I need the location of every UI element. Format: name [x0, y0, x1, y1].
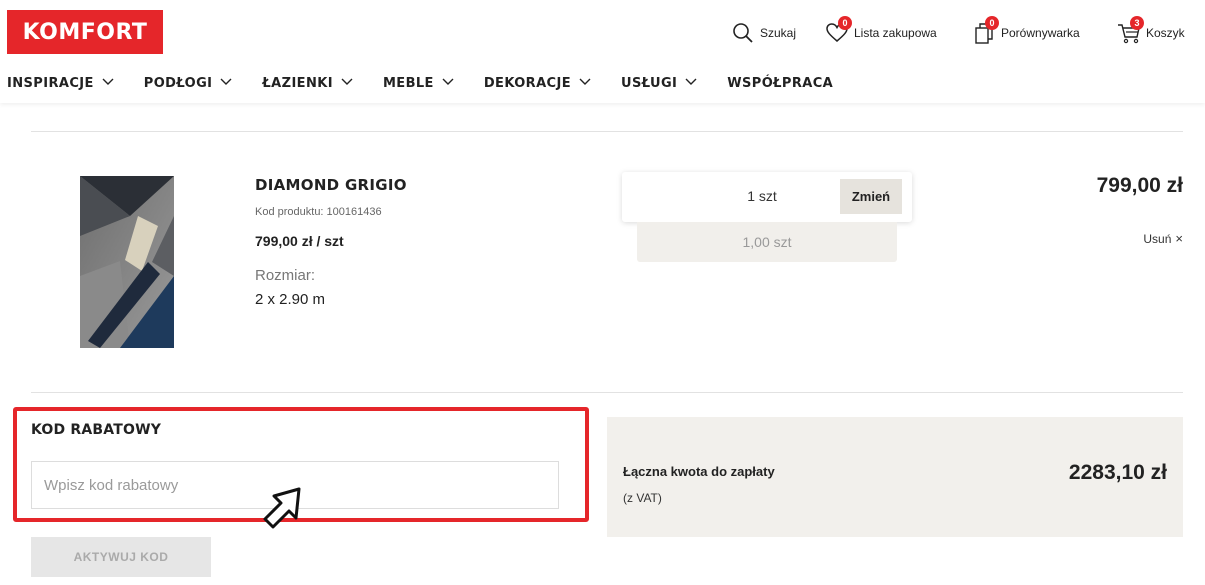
- nav-label: PODŁOGI: [143, 75, 213, 91]
- compare-badge: 0: [985, 16, 999, 30]
- main-nav: INSPIRACJE PODŁOGI ŁAZIENKI MEBLE DEKORA…: [7, 72, 863, 94]
- cart-badge: 3: [1130, 16, 1144, 30]
- quantity-box: 1 szt Zmień: [622, 172, 912, 222]
- nav-label: DEKORACJE: [483, 75, 571, 91]
- nav-dekoracje[interactable]: DEKORACJE: [484, 72, 591, 94]
- compare-icon: 0: [971, 16, 999, 46]
- nav-label: INSPIRACJE: [7, 75, 94, 91]
- chevron-down-icon: [579, 78, 591, 88]
- chevron-down-icon: [685, 78, 697, 88]
- nav-meble[interactable]: MEBLE: [383, 72, 454, 94]
- komfort-logo[interactable]: KOMFORT: [7, 10, 163, 54]
- close-icon: ×: [1175, 231, 1183, 246]
- product-name[interactable]: DIAMOND GRIGIO: [255, 176, 407, 194]
- product-size-value: 2 x 2.90 m: [255, 291, 326, 308]
- mouse-cursor-icon: [262, 486, 302, 530]
- order-total-panel: Łączna kwota do zapłaty (z VAT) 2283,10 …: [607, 417, 1183, 537]
- line-price: 799,00 zł: [1096, 174, 1183, 197]
- remove-item-button[interactable]: Usuń ×: [1143, 231, 1183, 246]
- site-header: KOMFORT Szukaj 0 Lista zakupowa 0 Porówn…: [0, 0, 1205, 103]
- change-quantity-button[interactable]: Zmień: [840, 179, 902, 214]
- cart-icon: 3: [1116, 16, 1144, 46]
- nav-label: WSPÓŁPRACA: [727, 75, 834, 91]
- remove-label: Usuń: [1143, 231, 1172, 246]
- product-code: Kod produktu: 100161436: [255, 206, 382, 218]
- shopping-list-label: Lista zakupowa: [854, 26, 937, 40]
- nav-podlogi[interactable]: PODŁOGI: [144, 72, 233, 94]
- compare-label: Porównywarka: [1001, 26, 1080, 40]
- quantity-subtotal: 1,00 szt: [637, 222, 897, 262]
- search-label: Szukaj: [760, 26, 797, 40]
- shopping-list-badge: 0: [838, 16, 852, 30]
- shopping-list-link[interactable]: 0 Lista zakupowa: [824, 16, 937, 48]
- discount-title: KOD RABATOWY: [31, 422, 162, 438]
- activate-code-button[interactable]: AKTYWUJ KOD: [31, 537, 211, 577]
- chevron-down-icon: [442, 78, 454, 88]
- nav-lazienki[interactable]: ŁAZIENKI: [262, 72, 353, 94]
- total-vat-note: (z VAT): [623, 491, 662, 505]
- nav-label: ŁAZIENKI: [262, 75, 333, 91]
- divider-top: [31, 131, 1183, 132]
- compare-link[interactable]: 0 Porównywarka: [971, 16, 1080, 48]
- header-tools: Szukaj 0 Lista zakupowa 0 Porównywarka 3…: [725, 16, 1205, 48]
- search-link[interactable]: Szukaj: [730, 18, 796, 48]
- nav-uslugi[interactable]: USŁUGI: [621, 72, 697, 94]
- search-icon: [730, 20, 756, 46]
- chevron-down-icon: [102, 78, 114, 88]
- product-image[interactable]: [80, 176, 174, 348]
- nav-inspiracje[interactable]: INSPIRACJE: [7, 72, 114, 94]
- nav-label: MEBLE: [382, 75, 434, 91]
- chevron-down-icon: [341, 78, 353, 88]
- chevron-down-icon: [220, 78, 232, 88]
- cart-label: Koszyk: [1146, 26, 1185, 40]
- divider-bottom: [31, 392, 1183, 393]
- heart-icon: 0: [824, 16, 852, 46]
- total-value: 2283,10 zł: [1068, 461, 1167, 484]
- nav-wspolpraca[interactable]: WSPÓŁPRACA: [727, 72, 833, 94]
- nav-label: USŁUGI: [621, 75, 678, 91]
- product-unit-price: 799,00 zł / szt: [255, 233, 344, 249]
- product-size-label: Rozmiar:: [255, 267, 316, 284]
- cart-link[interactable]: 3 Koszyk: [1116, 16, 1185, 48]
- total-label: Łączna kwota do zapłaty: [623, 464, 775, 479]
